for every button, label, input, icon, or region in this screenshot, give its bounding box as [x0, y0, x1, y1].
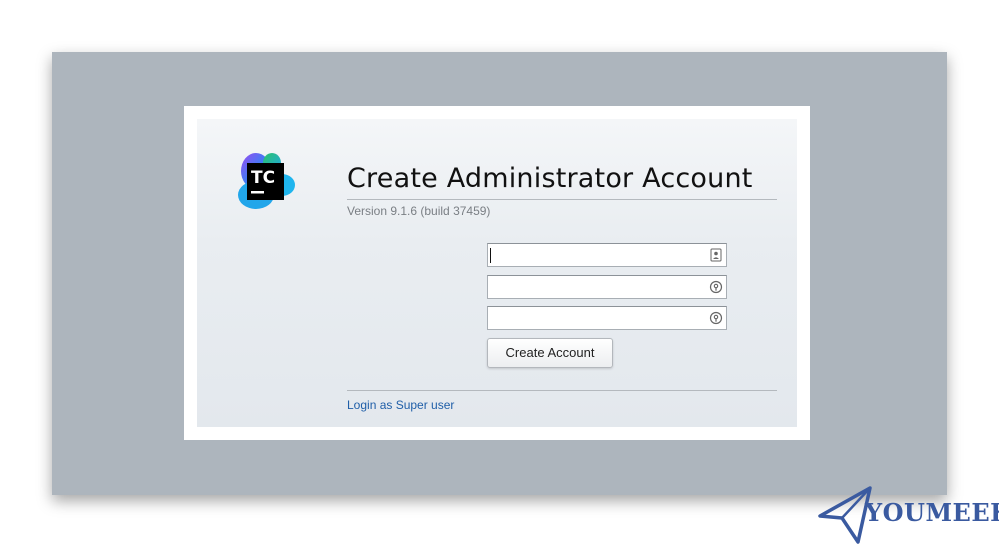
- contact-card-icon[interactable]: [709, 248, 723, 262]
- text-caret: [490, 248, 491, 263]
- key-generator-icon[interactable]: [709, 280, 723, 294]
- page-title: Create Administrator Account: [347, 163, 753, 194]
- login-super-user-link[interactable]: Login as Super user: [347, 398, 454, 412]
- teamcity-logo-icon: TC: [238, 153, 295, 209]
- password-input[interactable]: [487, 275, 727, 299]
- setup-panel: TC Create Administrator Account Version …: [197, 119, 797, 427]
- watermark-text: YOUMEEK: [865, 498, 999, 527]
- logo-text: TC: [251, 168, 275, 188]
- confirm-password-input[interactable]: [487, 306, 727, 330]
- watermark: YOUMEEK: [818, 484, 999, 546]
- title-divider: [347, 199, 777, 200]
- create-account-button[interactable]: Create Account: [487, 338, 613, 368]
- login-card: TC Create Administrator Account Version …: [184, 106, 810, 440]
- confirm-password-row: * Once again:: [347, 306, 777, 330]
- key-generator-icon[interactable]: [709, 311, 723, 325]
- password-row: * Password:: [347, 275, 777, 299]
- username-input[interactable]: [487, 243, 727, 267]
- username-row: * Username:: [347, 243, 777, 267]
- footer-divider: [347, 390, 777, 391]
- version-label: Version 9.1.6 (build 37459): [347, 204, 491, 218]
